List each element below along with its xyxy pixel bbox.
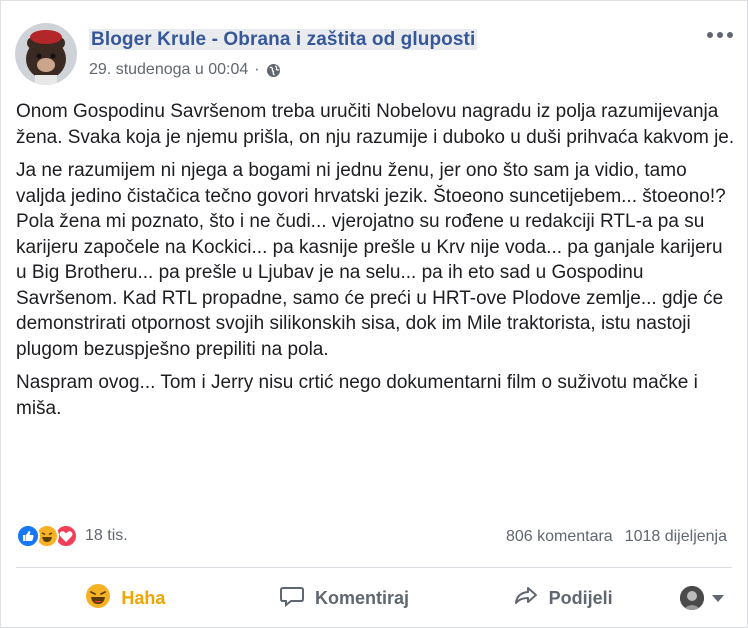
user-avatar <box>680 586 705 610</box>
haha-label: Haha <box>121 587 166 608</box>
comment-label: Komentiraj <box>314 587 410 608</box>
comment-count[interactable]: 806 komentara <box>506 528 613 546</box>
comment-icon <box>279 583 305 614</box>
author-name-label[interactable]: Bloger Krule - Obrana i zaštita od glupo… <box>89 29 478 50</box>
comment-button[interactable]: Komentiraj <box>235 571 454 625</box>
share-label: Podijeli <box>548 587 613 608</box>
haha-button[interactable]: Haha <box>16 571 235 625</box>
more-options-icon[interactable] <box>707 25 733 45</box>
globe-icon[interactable] <box>266 63 281 78</box>
more-dot <box>727 32 733 38</box>
post-paragraph-3: Naspram ovog... Tom i Jerry nisu crtić n… <box>16 372 698 419</box>
post-paragraph-1: Onom Gospodinu Savršenom treba uručiti N… <box>16 101 735 148</box>
share-count[interactable]: 1018 dijeljenja <box>625 528 727 546</box>
divider <box>16 567 732 568</box>
haha-emoji-icon <box>85 583 111 614</box>
author-avatar[interactable] <box>15 23 77 85</box>
share-button[interactable]: Podijeli <box>453 571 672 625</box>
meta-separator: · <box>254 61 260 78</box>
more-dot <box>707 32 713 38</box>
like-icon <box>16 524 40 548</box>
reaction-count[interactable]: 18 tis. <box>85 527 128 545</box>
author-name[interactable]: Bloger Krule - Obrana i zaštita od glupo… <box>89 29 478 51</box>
post-stats: 806 komentara 1018 dijeljenja <box>506 528 727 546</box>
post-meta: 29. studenoga u 00:04 · <box>89 61 281 79</box>
post-paragraph-2: Ja ne razumijem ni njega a bogami ni jed… <box>16 160 726 360</box>
post-card: Bloger Krule - Obrana i zaštita od glupo… <box>0 0 748 628</box>
post-timestamp[interactable]: 29. studenoga u 00:04 <box>89 61 248 79</box>
more-dot <box>717 32 723 38</box>
post-body: Onom Gospodinu Savršenom treba uručiti N… <box>16 99 736 429</box>
reactions-summary[interactable]: 18 tis. <box>16 524 128 548</box>
chevron-down-icon <box>712 594 725 602</box>
action-bar: Haha Komentiraj Podijeli <box>16 571 732 625</box>
reaction-identity-selector[interactable] <box>672 586 732 610</box>
share-icon <box>513 583 539 614</box>
